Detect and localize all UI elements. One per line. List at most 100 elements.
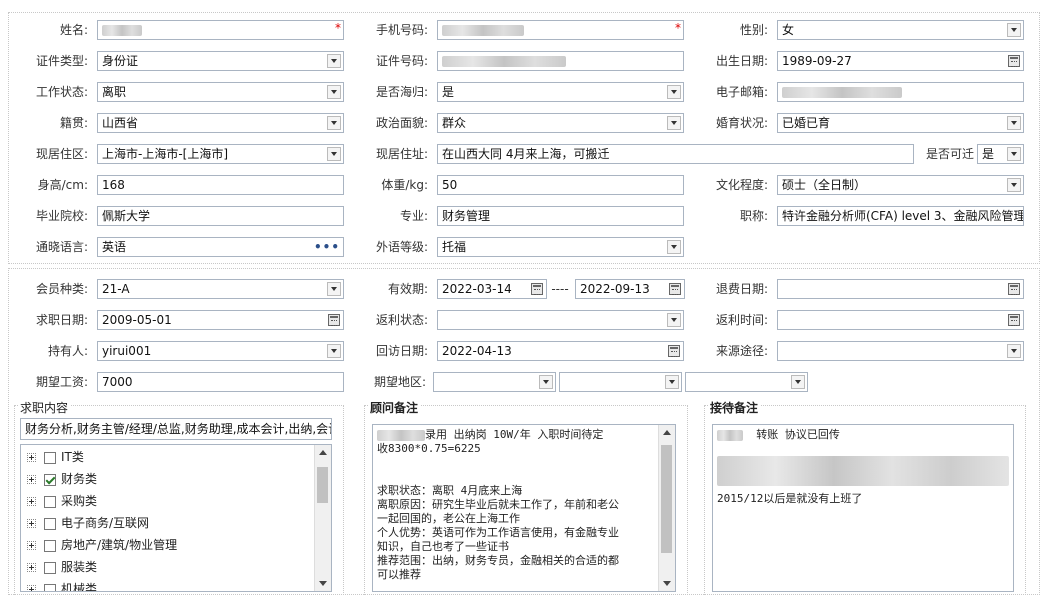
advisor-note-textarea[interactable]: 录用 出纳岗 10W/年 入职时间待定 收8300*0.75=6225 求职状态… bbox=[372, 424, 676, 592]
chevron-down-icon[interactable] bbox=[327, 85, 341, 99]
work-status-select[interactable]: 离职 bbox=[97, 82, 344, 102]
expand-icon[interactable] bbox=[27, 563, 36, 572]
language-level-select[interactable]: 托福 bbox=[437, 237, 684, 257]
job-date-label: 求职日期: bbox=[35, 313, 88, 327]
scroll-thumb[interactable] bbox=[317, 467, 328, 503]
chevron-down-icon[interactable] bbox=[327, 147, 341, 161]
expand-icon[interactable] bbox=[27, 541, 36, 550]
job-content-summary-input[interactable]: 财务分析,财务主管/经理/总监,财务助理,成本会计,出纳,会计 bbox=[20, 418, 332, 440]
birth-date-input[interactable]: 1989-09-27 bbox=[777, 51, 1024, 71]
tree-item[interactable]: 房地产/建筑/物业管理 bbox=[27, 534, 177, 556]
calendar-icon[interactable] bbox=[1008, 283, 1020, 295]
tree-scrollbar[interactable] bbox=[314, 445, 331, 591]
weight-input[interactable]: 50 bbox=[437, 175, 684, 195]
id-number-input[interactable] bbox=[437, 51, 684, 71]
chevron-down-icon[interactable] bbox=[1007, 23, 1021, 37]
rebate-time-input[interactable] bbox=[777, 310, 1024, 330]
scroll-up-icon[interactable] bbox=[663, 430, 671, 435]
calendar-icon[interactable] bbox=[1008, 314, 1020, 326]
expand-icon[interactable] bbox=[27, 519, 36, 528]
tree-item[interactable]: IT类 bbox=[27, 446, 84, 468]
chevron-down-icon[interactable] bbox=[1007, 116, 1021, 130]
scroll-down-icon[interactable] bbox=[663, 581, 671, 586]
tree-item[interactable]: 财务类 bbox=[27, 468, 97, 490]
political-select[interactable]: 群众 bbox=[437, 113, 684, 133]
residence-area-select[interactable]: 上海市-上海市-[上海市] bbox=[97, 144, 344, 164]
chevron-down-icon[interactable] bbox=[667, 116, 681, 130]
calendar-icon[interactable] bbox=[668, 345, 680, 357]
checkbox[interactable] bbox=[44, 539, 56, 552]
email-label: 电子邮箱: bbox=[715, 85, 768, 99]
scroll-down-icon[interactable] bbox=[319, 581, 327, 586]
address-input[interactable]: 在山西大同 4月来上海，可搬迁 bbox=[437, 144, 914, 164]
calendar-icon[interactable] bbox=[1008, 55, 1020, 67]
checkbox[interactable] bbox=[44, 495, 56, 508]
chevron-down-icon[interactable] bbox=[1007, 147, 1021, 161]
chevron-down-icon[interactable] bbox=[667, 85, 681, 99]
calendar-icon[interactable] bbox=[328, 314, 340, 326]
title-input[interactable]: 特许金融分析师(CFA) level 3、金融风险管理师 bbox=[777, 206, 1024, 226]
tree-item[interactable]: 服装类 bbox=[27, 556, 97, 578]
calendar-icon[interactable] bbox=[669, 283, 681, 295]
source-select[interactable] bbox=[777, 341, 1024, 361]
checkbox[interactable] bbox=[44, 451, 56, 464]
id-type-select[interactable]: 身份证 bbox=[97, 51, 344, 71]
validity-start-input[interactable]: 2022-03-14 bbox=[437, 279, 547, 299]
expand-icon[interactable] bbox=[27, 585, 36, 591]
chevron-down-icon[interactable] bbox=[539, 375, 553, 389]
email-input[interactable] bbox=[777, 82, 1024, 102]
chevron-down-icon[interactable] bbox=[791, 375, 805, 389]
salary-input[interactable]: 7000 bbox=[97, 372, 344, 392]
education-select[interactable]: 硕士（全日制） bbox=[777, 175, 1024, 195]
school-input[interactable]: 佩斯大学 bbox=[97, 206, 344, 226]
phone-input[interactable]: * bbox=[437, 20, 684, 40]
checkbox[interactable] bbox=[44, 583, 56, 591]
name-input[interactable]: * bbox=[97, 20, 344, 40]
rebate-status-label: 返利状态: bbox=[375, 313, 428, 327]
checkbox[interactable] bbox=[44, 561, 56, 574]
checkbox[interactable] bbox=[44, 517, 56, 530]
chevron-down-icon[interactable] bbox=[327, 116, 341, 130]
checkbox-checked[interactable] bbox=[44, 473, 56, 486]
chevron-down-icon[interactable] bbox=[1007, 178, 1021, 192]
reception-note-textarea[interactable]: 转账 协议已回传 2015/12以后是就没有上班了 bbox=[712, 424, 1014, 592]
relocate-select[interactable]: 是 bbox=[977, 144, 1024, 164]
expand-icon[interactable] bbox=[27, 497, 36, 506]
chevron-down-icon[interactable] bbox=[667, 313, 681, 327]
gender-select[interactable]: 女 bbox=[777, 20, 1024, 40]
refund-date-input[interactable] bbox=[777, 279, 1024, 299]
calendar-icon[interactable] bbox=[531, 283, 543, 295]
language-input[interactable]: 英语 ••• bbox=[97, 237, 344, 257]
chevron-down-icon[interactable] bbox=[667, 240, 681, 254]
chevron-down-icon[interactable] bbox=[327, 282, 341, 296]
job-category-tree[interactable]: IT类 财务类 采购类 电子商务/互联网 房地产/建筑/物业管理 服装类 机械类 bbox=[20, 444, 332, 592]
more-options-icon[interactable]: ••• bbox=[314, 238, 340, 256]
returnee-select[interactable]: 是 bbox=[437, 82, 684, 102]
job-date-input[interactable]: 2009-05-01 bbox=[97, 310, 344, 330]
major-input[interactable]: 财务管理 bbox=[437, 206, 684, 226]
reception-note-title: 接待备注 bbox=[708, 399, 761, 416]
holder-select[interactable]: yirui001 bbox=[97, 341, 344, 361]
rebate-status-select[interactable] bbox=[437, 310, 684, 330]
member-type-select[interactable]: 21-A bbox=[97, 279, 344, 299]
chevron-down-icon[interactable] bbox=[1007, 344, 1021, 358]
scroll-thumb[interactable] bbox=[661, 445, 672, 553]
tree-item[interactable]: 电子商务/互联网 bbox=[27, 512, 149, 534]
region-district-select[interactable] bbox=[685, 372, 808, 392]
region-province-select[interactable] bbox=[433, 372, 556, 392]
chevron-down-icon[interactable] bbox=[327, 54, 341, 68]
height-input[interactable]: 168 bbox=[97, 175, 344, 195]
note-scrollbar[interactable] bbox=[658, 425, 675, 591]
scroll-up-icon[interactable] bbox=[319, 450, 327, 455]
chevron-down-icon[interactable] bbox=[665, 375, 679, 389]
chevron-down-icon[interactable] bbox=[327, 344, 341, 358]
tree-item[interactable]: 机械类 bbox=[27, 578, 97, 591]
native-place-select[interactable]: 山西省 bbox=[97, 113, 344, 133]
tree-item[interactable]: 采购类 bbox=[27, 490, 97, 512]
visit-date-input[interactable]: 2022-04-13 bbox=[437, 341, 684, 361]
validity-end-input[interactable]: 2022-09-13 bbox=[575, 279, 685, 299]
expand-icon[interactable] bbox=[27, 475, 36, 484]
expand-icon[interactable] bbox=[27, 453, 36, 462]
marital-select[interactable]: 已婚已育 bbox=[777, 113, 1024, 133]
region-city-select[interactable] bbox=[559, 372, 682, 392]
